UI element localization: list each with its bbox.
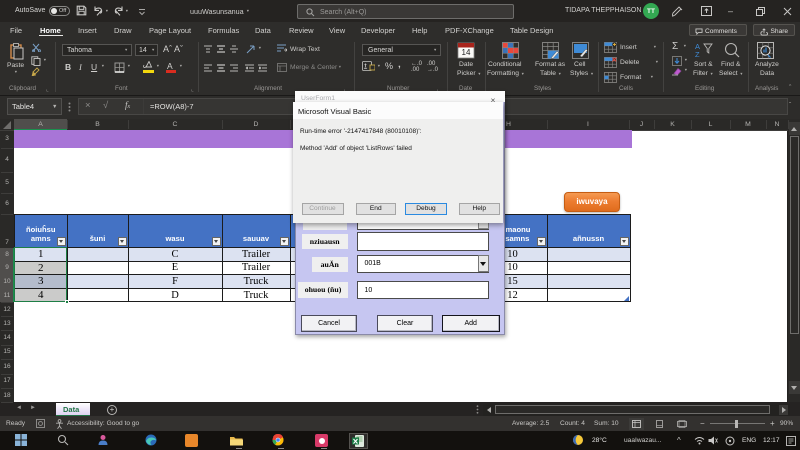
- svg-text:Z: Z: [695, 50, 700, 59]
- svg-text:14: 14: [462, 48, 471, 57]
